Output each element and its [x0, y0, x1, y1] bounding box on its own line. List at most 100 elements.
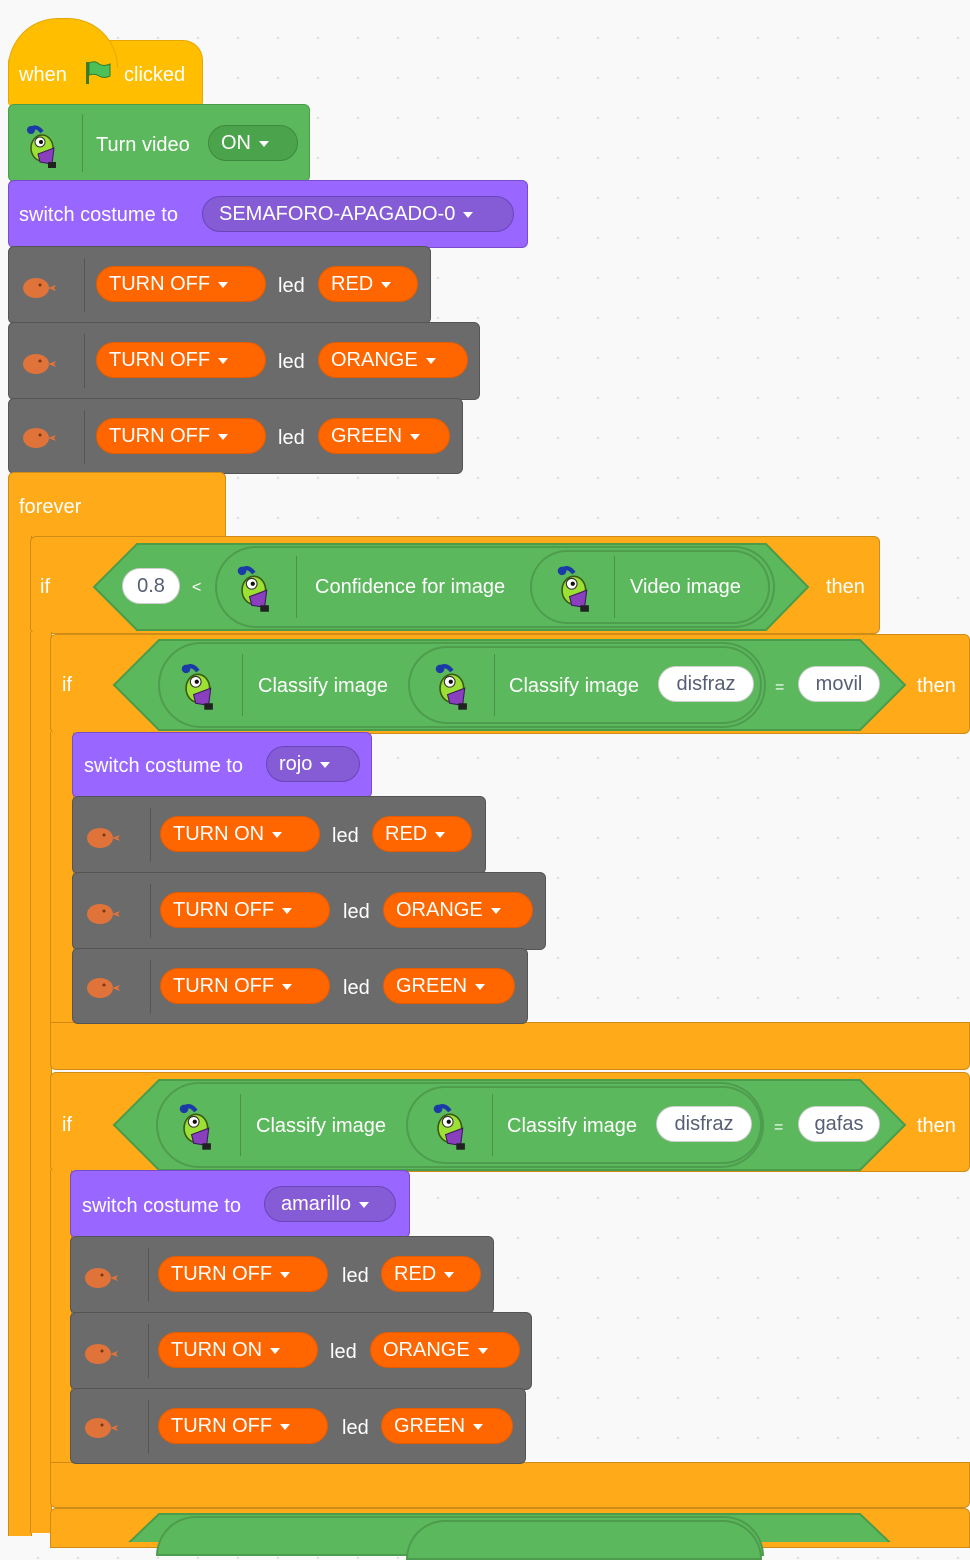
arduino-icon [23, 354, 56, 374]
chevron-down-icon [218, 281, 229, 288]
arduino-icon [23, 428, 56, 448]
led-color-dropdown[interactable]: RED [318, 266, 418, 302]
chevron-down-icon [463, 211, 474, 218]
led-label: led [342, 1265, 369, 1287]
classify-label: Classify image [256, 1115, 387, 1137]
led-action-dropdown[interactable]: TURN OFF [160, 892, 330, 928]
block-divider [150, 884, 151, 938]
led-action-value: TURN OFF [171, 1415, 273, 1437]
classify-inner-label: Classify image [509, 675, 640, 697]
ml-sprite-icon [172, 656, 228, 714]
classify-arg-input[interactable]: disfraz [658, 666, 754, 702]
chevron-down-icon [477, 1347, 488, 1354]
if-movil-arm [50, 732, 74, 1026]
led-action-value: TURN ON [171, 1339, 263, 1361]
threshold-input[interactable]: 0.8 [122, 568, 180, 604]
led-color-dropdown[interactable]: GREEN [381, 1408, 513, 1444]
led-action-dropdown[interactable]: TURN ON [158, 1332, 318, 1368]
chevron-down-icon [218, 357, 229, 364]
chevron-down-icon [320, 761, 331, 768]
led-color-dropdown[interactable]: GREEN [383, 968, 515, 1004]
equals-operator: = [775, 679, 785, 696]
classify-arg-input[interactable]: disfraz [656, 1106, 752, 1142]
costume-value: SEMAFORO-APAGADO-0 [219, 203, 456, 225]
led-color-dropdown[interactable]: ORANGE [370, 1332, 520, 1368]
ml-sprite-icon [25, 124, 58, 170]
if-label: if [40, 576, 50, 598]
less-than-operator: < [192, 579, 202, 596]
led-action-dropdown[interactable]: TURN OFF [160, 968, 330, 1004]
ml-sprite-icon [548, 558, 604, 616]
block-divider [84, 410, 85, 464]
costume-value: rojo [279, 753, 313, 775]
if-confidence-arm [30, 632, 52, 1533]
led-action-dropdown[interactable]: TURN ON [160, 816, 320, 852]
led-color-value: RED [385, 823, 428, 845]
led-action-dropdown[interactable]: TURN OFF [96, 342, 266, 378]
forever-arm [8, 536, 32, 1536]
clicked-label: clicked [124, 64, 186, 86]
chevron-down-icon [270, 1347, 281, 1354]
block-divider [84, 258, 85, 312]
if-label: if [62, 674, 72, 696]
classify-arg-value: disfraz [676, 673, 736, 695]
arduino-icon [87, 978, 120, 998]
led-action-value: TURN OFF [171, 1263, 273, 1285]
costume-dropdown[interactable]: rojo [266, 746, 360, 782]
ml-sprite-icon [424, 1096, 480, 1154]
chevron-down-icon [490, 907, 501, 914]
if-gafas-arm [50, 1170, 72, 1466]
led-action-value: TURN OFF [109, 273, 211, 295]
costume-value: amarillo [281, 1193, 352, 1215]
led-color-dropdown[interactable]: GREEN [318, 418, 450, 454]
led-color-dropdown[interactable]: ORANGE [383, 892, 533, 928]
block-divider [82, 114, 83, 172]
if-label: if [62, 1114, 72, 1136]
led-action-value: TURN ON [173, 823, 265, 845]
confidence-label: Confidence for image [315, 576, 506, 598]
chevron-down-icon [444, 1271, 455, 1278]
led-color-value: RED [394, 1263, 437, 1285]
classify-inner-label: Classify image [507, 1115, 638, 1137]
led-action-dropdown[interactable]: TURN OFF [96, 418, 266, 454]
arduino-icon [85, 1418, 118, 1438]
costume-dropdown[interactable]: amarillo [264, 1186, 396, 1222]
chevron-down-icon [410, 433, 421, 440]
led-color-dropdown[interactable]: RED [381, 1256, 481, 1292]
led-action-dropdown[interactable]: TURN OFF [96, 266, 266, 302]
block-divider [150, 808, 151, 862]
costume-dropdown[interactable]: SEMAFORO-APAGADO-0 [202, 196, 514, 232]
block-divider [148, 1324, 149, 1378]
led-color-dropdown[interactable]: RED [372, 816, 472, 852]
led-action-dropdown[interactable]: TURN OFF [158, 1408, 328, 1444]
block-divider [240, 1094, 241, 1156]
led-label: led [278, 427, 305, 449]
if-gafas-end [50, 1462, 970, 1508]
equals-operator: = [774, 1119, 784, 1136]
chevron-down-icon [381, 281, 392, 288]
chevron-down-icon [425, 357, 436, 364]
block-divider [494, 654, 495, 716]
block-divider [148, 1400, 149, 1454]
led-action-value: TURN OFF [109, 425, 211, 447]
led-label: led [342, 1417, 369, 1439]
compare-input[interactable]: movil [798, 666, 880, 702]
block-divider [148, 1248, 149, 1302]
compare-value: movil [815, 673, 863, 695]
led-color-dropdown[interactable]: ORANGE [318, 342, 468, 378]
led-label: led [332, 825, 359, 847]
video-state-dropdown[interactable]: ON [208, 125, 298, 161]
compare-input[interactable]: gafas [798, 1106, 880, 1142]
led-action-dropdown[interactable]: TURN OFF [158, 1256, 328, 1292]
led-color-value: GREEN [396, 975, 468, 997]
led-color-value: RED [331, 273, 374, 295]
video-image-label: Video image [630, 576, 741, 598]
video-state-value: ON [221, 132, 251, 154]
classify-inner-reporter[interactable] [406, 1520, 762, 1560]
led-color-value: ORANGE [383, 1339, 470, 1361]
chevron-down-icon [359, 1201, 370, 1208]
forever-label: forever [19, 496, 82, 518]
block-divider [296, 556, 297, 618]
classify-arg-value: disfraz [674, 1113, 734, 1135]
led-color-value: GREEN [331, 425, 403, 447]
